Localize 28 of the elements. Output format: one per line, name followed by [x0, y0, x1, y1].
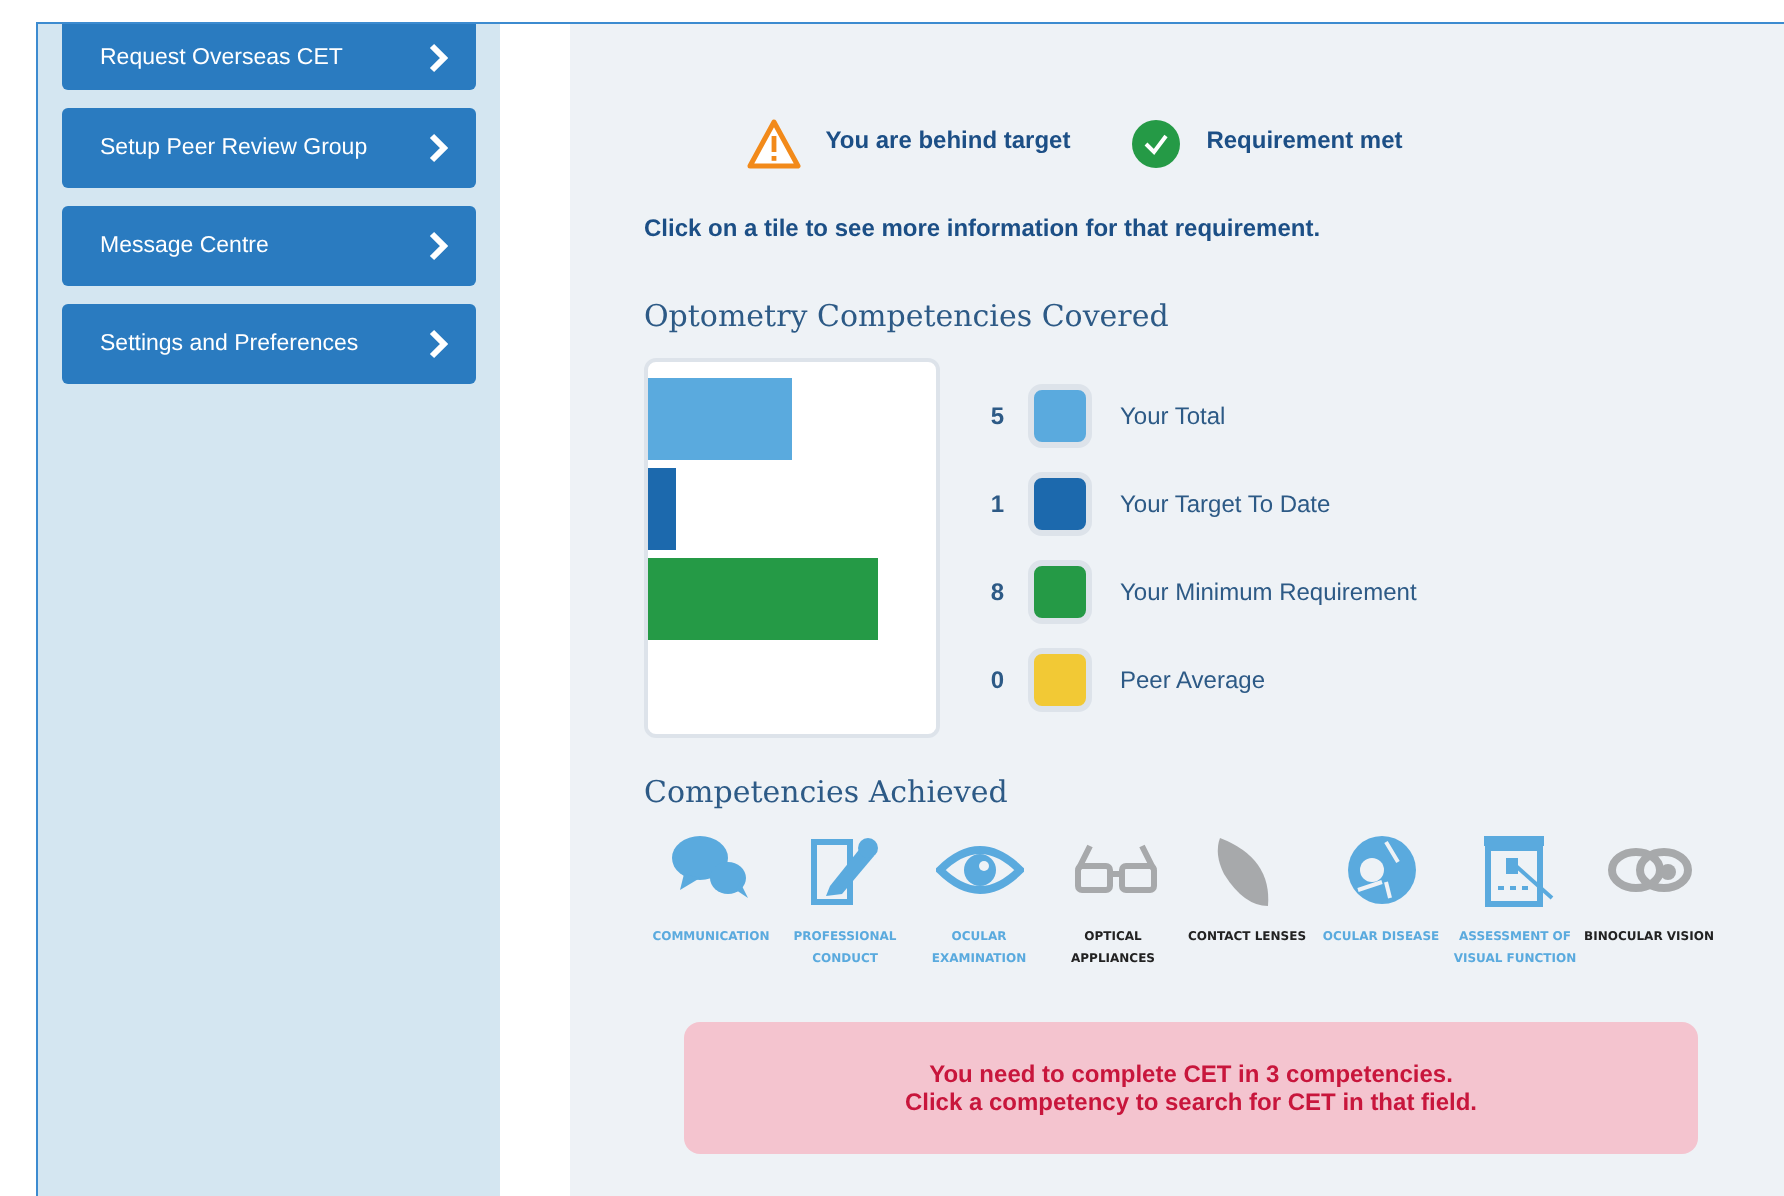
section-title: Optometry Competencies Covered: [644, 298, 1171, 334]
sidebar-item[interactable]: Request Overseas CET: [62, 24, 476, 90]
legend-label: Your Minimum Requirement: [1120, 578, 1417, 606]
checkmark-icon: [1130, 118, 1183, 170]
sidebar-item[interactable]: Setup Peer Review Group: [62, 108, 476, 188]
chevron-right-icon: [428, 41, 448, 73]
legend-value: 8: [988, 578, 1004, 606]
chevron-right-icon: [428, 328, 448, 360]
status-label: Requirement met: [1206, 126, 1403, 154]
legend-value: 5: [988, 402, 1004, 430]
legend-tile[interactable]: [1028, 472, 1092, 536]
legend-label: Your Total: [1120, 402, 1226, 430]
status-label: You are behind target: [825, 126, 1071, 154]
legend-label: Peer Average: [1120, 666, 1265, 694]
section-title: Competencies Achieved: [644, 774, 1010, 810]
legend-label: Your Target To Date: [1120, 490, 1331, 518]
chevron-right-icon: [428, 230, 448, 262]
legend-tile[interactable]: [1028, 648, 1092, 712]
sidebar-item[interactable]: Settings and Preferences: [62, 304, 476, 384]
chevron-right-icon: [428, 132, 448, 164]
alert-message: You need to complete CET in 3 competencies. Click a competency to search for CET in that field.: [684, 1022, 1698, 1154]
legend-tile[interactable]: [1028, 384, 1092, 448]
instruction-text: Click on a tile to see more information for that requirement.: [644, 214, 1323, 242]
legend-tile[interactable]: [1028, 560, 1092, 624]
legend-value: 0: [988, 666, 1004, 694]
sidebar-item[interactable]: Message Centre: [62, 206, 476, 286]
legend-value: 1: [988, 490, 1004, 518]
warning-icon: [745, 118, 802, 170]
